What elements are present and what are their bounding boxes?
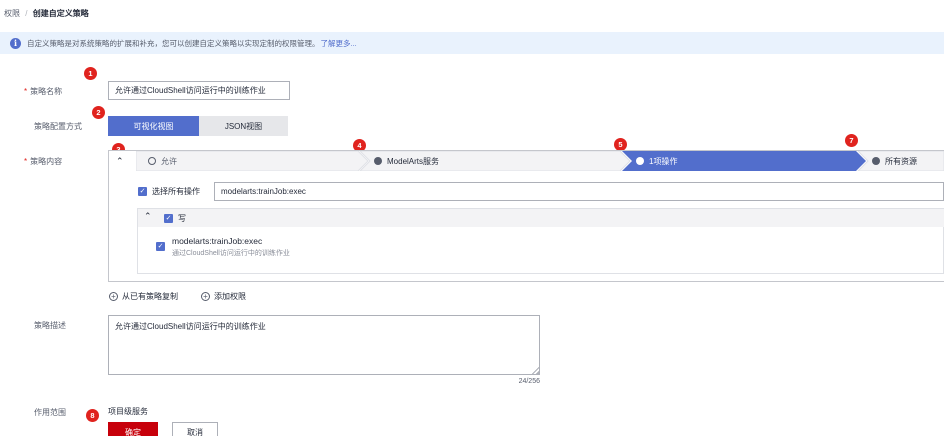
clock-icon <box>374 157 382 165</box>
group-write-checkbox[interactable]: ✓ <box>164 214 173 223</box>
description-textarea[interactable]: 允许通过CloudShell访问运行中的训练作业 <box>108 315 540 375</box>
config-mode-label: 策略配置方式 <box>34 122 82 131</box>
group-chevron-up-icon[interactable]: ⌃ <box>144 211 152 222</box>
add-permission-button[interactable]: + 添加权限 <box>201 291 246 302</box>
callout-marker-7: 7 <box>845 134 858 147</box>
scope-label: 作用范围 <box>34 408 66 417</box>
step-resources: 所有资源 <box>872 151 917 171</box>
clock-icon <box>636 157 644 165</box>
policy-name-label: * 策略名称 <box>24 87 63 96</box>
plus-circle-icon: + <box>109 292 118 301</box>
plus-circle-icon: + <box>201 292 210 301</box>
step-actions: 1项操作 <box>636 151 677 171</box>
scope-value: 项目级服务 <box>108 407 148 416</box>
callout-marker-1: 1 <box>84 67 97 80</box>
policy-content-label: * 策略内容 <box>24 157 63 166</box>
callout-marker-8: 8 <box>86 409 99 422</box>
breadcrumb-current: 创建自定义策略 <box>32 9 89 18</box>
step-bar <box>136 151 944 171</box>
action-search-input[interactable]: modelarts:trainJob:exec <box>214 182 944 201</box>
step-service: ModelArts服务 <box>374 151 439 171</box>
confirm-button[interactable]: 确定 <box>108 422 158 436</box>
clock-icon <box>872 157 880 165</box>
action-checkbox[interactable]: ✓ <box>156 242 165 251</box>
action-group-header <box>138 209 944 227</box>
resize-handle-icon[interactable] <box>531 366 539 374</box>
char-counter: 24/256 <box>518 378 540 385</box>
policy-name-input[interactable]: 允许通过CloudShell访问运行中的训练作业 <box>108 81 290 100</box>
select-all-checkbox[interactable]: ✓ <box>138 187 147 196</box>
breadcrumb-parent[interactable]: 权限 <box>4 9 20 18</box>
description-label: 策略描述 <box>34 321 66 330</box>
breadcrumb: 权限 / 创建自定义策略 <box>4 8 89 19</box>
visual-view-tab[interactable]: 可视化视图 <box>108 116 199 136</box>
copy-from-policy-button[interactable]: + 从已有策略复制 <box>109 291 178 302</box>
json-view-tab[interactable]: JSON视图 <box>199 116 288 136</box>
chevron-up-icon[interactable]: ⌃ <box>116 156 124 167</box>
info-text: 自定义策略是对系统策略的扩展和补充，您可以创建自定义策略以实现定制的权限管理。 <box>27 38 320 48</box>
learn-more-link[interactable]: 了解更多... <box>321 38 357 49</box>
required-mark: * <box>24 87 28 96</box>
description-text: 允许通过CloudShell访问运行中的训练作业 <box>115 322 266 331</box>
cancel-button[interactable]: 取消 <box>172 422 218 436</box>
group-write-label: 写 <box>178 214 186 223</box>
info-icon: i <box>10 37 21 49</box>
required-mark: * <box>24 157 28 166</box>
callout-marker-2: 2 <box>92 106 105 119</box>
clock-outline-icon <box>148 157 156 165</box>
breadcrumb-separator: / <box>25 9 28 18</box>
info-banner: i 自定义策略是对系统策略的扩展和补充，您可以创建自定义策略以实现定制的权限管理… <box>0 32 944 54</box>
select-all-row: ✓ 选择所有操作 <box>138 186 200 197</box>
action-name: modelarts:trainJob:exec <box>172 236 263 246</box>
group-write-row: ✓ 写 <box>164 213 186 224</box>
select-all-label: 选择所有操作 <box>152 187 200 196</box>
step-allow: 允许 <box>148 151 177 171</box>
action-description: 通过CloudShell访问运行中的训练作业 <box>172 250 290 257</box>
